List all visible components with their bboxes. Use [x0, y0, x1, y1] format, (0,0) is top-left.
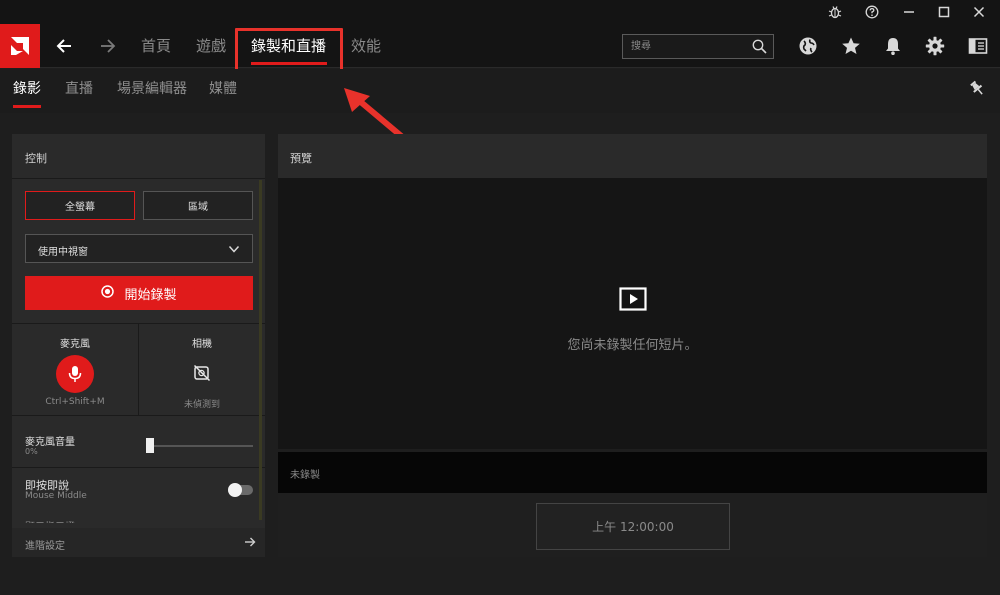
recording-status-bar: 未錄製: [278, 452, 987, 493]
minimize-icon[interactable]: [894, 0, 924, 24]
camera-off-icon[interactable]: [193, 364, 211, 385]
window-select-dropdown[interactable]: 使用中視窗: [25, 234, 253, 263]
preview-area: 您尚未錄製任何短片。: [278, 178, 987, 449]
sidebar-icon[interactable]: [966, 34, 990, 58]
recording-status: 未錄製: [290, 470, 320, 481]
camera-label: 相機: [192, 339, 212, 350]
star-icon[interactable]: [839, 34, 863, 58]
preview-empty-message: 您尚未錄製任何短片。: [567, 338, 698, 353]
cutoff-label: 顯示指示燈: [25, 518, 75, 523]
tab-active-underline: [13, 105, 41, 108]
advanced-settings-button[interactable]: 進階設定: [12, 528, 265, 557]
nav-home[interactable]: 首頁: [141, 24, 171, 68]
top-navigation: 首頁 遊戲 錄製和直播 效能: [0, 24, 1000, 68]
preview-title: 預覽: [290, 152, 312, 165]
microphone-hotkey: Ctrl+Shift+M: [45, 397, 105, 407]
scrollbar[interactable]: [259, 180, 262, 520]
push-to-talk-toggle[interactable]: [228, 483, 253, 497]
preview-footer: 上午 12:00:00: [278, 493, 987, 557]
nav-highlight-box: [235, 28, 343, 75]
window-select-value: 使用中視窗: [38, 247, 88, 258]
clock-display: 上午 12:00:00: [536, 503, 730, 550]
amd-logo-icon[interactable]: [0, 24, 40, 68]
tab-recording[interactable]: 錄影: [13, 69, 41, 109]
pin-icon[interactable]: [968, 79, 986, 100]
divider: [12, 178, 265, 179]
mic-volume-label: 麥克風音量: [25, 437, 75, 448]
bell-icon[interactable]: [881, 34, 905, 58]
fullscreen-mode-button[interactable]: 全螢幕: [25, 191, 135, 220]
record-icon: [101, 284, 115, 302]
camera-section: 相機 未偵測到: [139, 323, 265, 415]
control-panel: 控制 全螢幕 區域 使用中視窗 開始錄製 麥克風 Ctrl+Shift+M 相機…: [12, 134, 265, 557]
arrow-right-icon: [244, 536, 256, 551]
search-icon[interactable]: [752, 39, 767, 57]
back-arrow-icon[interactable]: [52, 34, 76, 58]
tab-scene-editor[interactable]: 場景編輯器: [117, 69, 187, 109]
control-panel-title: 控制: [25, 152, 47, 165]
tab-media[interactable]: 媒體: [209, 69, 237, 109]
preview-header: 預覽: [278, 134, 987, 178]
title-bar: [0, 0, 1000, 24]
search-input[interactable]: [631, 38, 746, 55]
chevron-down-icon: [228, 243, 240, 258]
gear-icon[interactable]: [923, 34, 947, 58]
microphone-section: 麥克風 Ctrl+Shift+M: [12, 323, 138, 415]
mic-volume-slider-thumb[interactable]: [146, 438, 154, 453]
camera-status: 未偵測到: [183, 400, 220, 410]
divider: [12, 415, 265, 416]
microphone-icon[interactable]: [56, 355, 94, 393]
tab-streaming[interactable]: 直播: [65, 69, 93, 109]
start-recording-button[interactable]: 開始錄製: [25, 276, 253, 310]
start-recording-label: 開始錄製: [124, 287, 177, 303]
region-mode-button[interactable]: 區域: [143, 191, 253, 220]
advanced-settings-label: 進階設定: [25, 541, 65, 552]
microphone-label: 麥克風: [60, 339, 90, 350]
bug-icon[interactable]: [820, 0, 850, 24]
globe-icon[interactable]: [796, 34, 820, 58]
push-to-talk-key: Mouse Middle: [25, 491, 87, 501]
forward-arrow-icon[interactable]: [96, 34, 120, 58]
play-icon: [619, 287, 647, 314]
sub-tabs: 錄影 直播 場景編輯器 媒體: [0, 69, 1000, 113]
help-icon[interactable]: [857, 0, 887, 24]
mic-volume-value: 0%: [25, 447, 38, 456]
divider: [12, 467, 265, 468]
maximize-icon[interactable]: [929, 0, 959, 24]
nav-performance[interactable]: 效能: [351, 24, 381, 68]
search-box[interactable]: [622, 34, 774, 59]
mic-volume-slider[interactable]: [150, 445, 253, 447]
close-icon[interactable]: [964, 0, 994, 24]
nav-games[interactable]: 遊戲: [196, 24, 226, 68]
toggle-knob: [228, 483, 242, 497]
